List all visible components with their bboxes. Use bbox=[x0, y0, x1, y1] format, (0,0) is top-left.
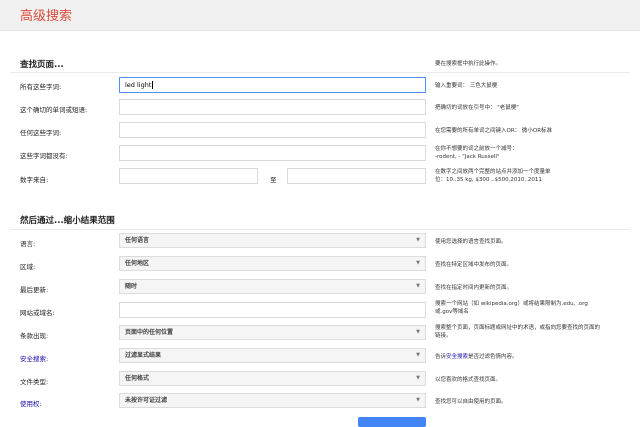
terms-appearing-dropdown[interactable]: 页面中的任何位置 ▼ bbox=[119, 325, 426, 340]
numbers-hint-line: 在数字之间放两个完整的站点并添加一个度量单 bbox=[435, 169, 551, 175]
last-update-hint: 查找在指定时间内更新的页面。 bbox=[435, 285, 513, 291]
number-to-label: 至 bbox=[270, 176, 277, 184]
usage-rights-value: 未按许可证过滤 bbox=[125, 397, 168, 404]
section-title-narrow-results: 然后通过...缩小结果范围 bbox=[20, 216, 115, 226]
header-bar: 高级搜索 bbox=[0, 0, 640, 31]
terms-appearing-label: 条款出现: bbox=[20, 332, 49, 340]
all-words-input[interactable]: led light bbox=[119, 77, 426, 93]
language-hint: 使用您选择的语言查找页面。 bbox=[435, 239, 507, 245]
none-words-hint-line: -rodent, - "Jack Russell" bbox=[435, 154, 500, 160]
site-domain-hint: 搜索一个网站（如 wikipedia.org）或将结果限制为.edu, .org… bbox=[435, 300, 588, 316]
region-hint: 查找在特定区域中发布的页面。 bbox=[435, 262, 513, 268]
exact-phrase-label: 这个确切的单词或短语: bbox=[20, 106, 88, 114]
section-header-hint: 要在搜索框中执行此操作。 bbox=[435, 61, 502, 67]
safesearch-hint-text: 是否过滤色情内容。 bbox=[468, 354, 518, 360]
language-label: 语言: bbox=[20, 240, 36, 248]
none-words-hint-line: 在你不想要的词之前放一个减号： bbox=[435, 146, 518, 152]
chevron-down-icon: ▼ bbox=[416, 283, 420, 289]
divider bbox=[10, 72, 630, 73]
exact-phrase-hint: 把确切的词放在引号中： "老鼠梗" bbox=[435, 105, 519, 111]
last-update-label: 最后更新: bbox=[20, 286, 49, 294]
safesearch-link[interactable]: 安全搜索 bbox=[446, 354, 468, 360]
language-value: 任何语言 bbox=[125, 237, 150, 244]
usage-rights-label-link[interactable]: 使用权: bbox=[20, 398, 42, 408]
file-type-label: 文件类型: bbox=[20, 378, 49, 386]
language-dropdown[interactable]: 任何语言 ▼ bbox=[119, 233, 426, 248]
any-words-input[interactable] bbox=[119, 122, 426, 138]
region-dropdown[interactable]: 任何地区 ▼ bbox=[119, 256, 426, 271]
chevron-down-icon: ▼ bbox=[416, 397, 420, 403]
numbers-hint-line: 位：10..35 kg, $300 ..$500,2010..2011 bbox=[435, 177, 542, 183]
safesearch-dropdown[interactable]: 过滤显式结果 ▼ bbox=[119, 348, 426, 363]
exact-phrase-input[interactable] bbox=[119, 99, 426, 115]
terms-appearing-hint-line: 搜索整个页面，页面标题或网址中的术语，或指向您要查找的页面的 bbox=[435, 325, 601, 331]
none-words-input[interactable] bbox=[119, 145, 426, 161]
file-type-hint: 以您喜欢的格式查找页面。 bbox=[435, 377, 502, 383]
none-words-hint: 在你不想要的词之前放一个减号： -rodent, - "Jack Russell… bbox=[435, 145, 518, 161]
any-words-label: 任何这些字词: bbox=[20, 129, 62, 137]
chevron-down-icon: ▼ bbox=[416, 237, 420, 243]
chevron-down-icon: ▼ bbox=[416, 260, 420, 266]
all-words-hint: 输入重要词： 三色大鼠梗 bbox=[435, 83, 498, 89]
number-from-input[interactable] bbox=[119, 168, 258, 184]
safesearch-value: 过滤显式结果 bbox=[125, 352, 162, 359]
none-words-label: 这些字词都没有: bbox=[20, 152, 68, 160]
safesearch-label-link[interactable]: 安全搜索: bbox=[20, 353, 48, 363]
terms-appearing-value: 页面中的任何位置 bbox=[125, 329, 174, 336]
number-to-input[interactable] bbox=[287, 168, 426, 184]
numbers-label: 数字来自: bbox=[20, 176, 49, 184]
last-update-value: 随时 bbox=[125, 283, 138, 290]
advanced-search-button[interactable] bbox=[358, 417, 426, 427]
usage-rights-hint: 查找您可以自由使用的页面。 bbox=[435, 399, 507, 405]
last-update-dropdown[interactable]: 随时 ▼ bbox=[119, 279, 426, 294]
file-type-dropdown[interactable]: 任何格式 ▼ bbox=[119, 371, 426, 386]
file-type-value: 任何格式 bbox=[125, 375, 150, 382]
any-words-hint: 在您需要的所有单词之间键入OR： 微小OR标准 bbox=[435, 128, 553, 134]
divider bbox=[10, 229, 630, 230]
site-domain-hint-line: 搜索一个网站（如 wikipedia.org）或将结果限制为.edu, .org bbox=[435, 301, 588, 307]
numbers-hint: 在数字之间放两个完整的站点并添加一个度量单 位：10..35 kg, $300 … bbox=[435, 168, 551, 184]
chevron-down-icon: ▼ bbox=[416, 352, 420, 358]
terms-appearing-hint: 搜索整个页面，页面标题或网址中的术语，或指向您要查找的页面的 链接。 bbox=[435, 324, 600, 340]
chevron-down-icon: ▼ bbox=[416, 375, 420, 381]
safesearch-hint: 告诉安全搜索是否过滤色情内容。 bbox=[435, 353, 518, 361]
usage-rights-dropdown[interactable]: 未按许可证过滤 ▼ bbox=[119, 393, 426, 408]
terms-appearing-hint-line: 链接。 bbox=[435, 333, 452, 339]
safesearch-hint-text: 告诉 bbox=[435, 354, 447, 360]
page-title: 高级搜索 bbox=[20, 9, 73, 24]
all-words-label: 所有这些字词: bbox=[20, 83, 62, 91]
chevron-down-icon: ▼ bbox=[416, 329, 420, 335]
section-title-find-pages: 查找页面... bbox=[20, 60, 64, 70]
region-label: 区域: bbox=[20, 263, 36, 271]
site-domain-label: 网站或域名: bbox=[20, 309, 55, 317]
site-domain-input[interactable] bbox=[119, 302, 426, 318]
site-domain-hint-line: 或.gov等域名 bbox=[435, 309, 469, 315]
region-value: 任何地区 bbox=[125, 260, 150, 267]
all-words-value: led light bbox=[125, 81, 152, 89]
